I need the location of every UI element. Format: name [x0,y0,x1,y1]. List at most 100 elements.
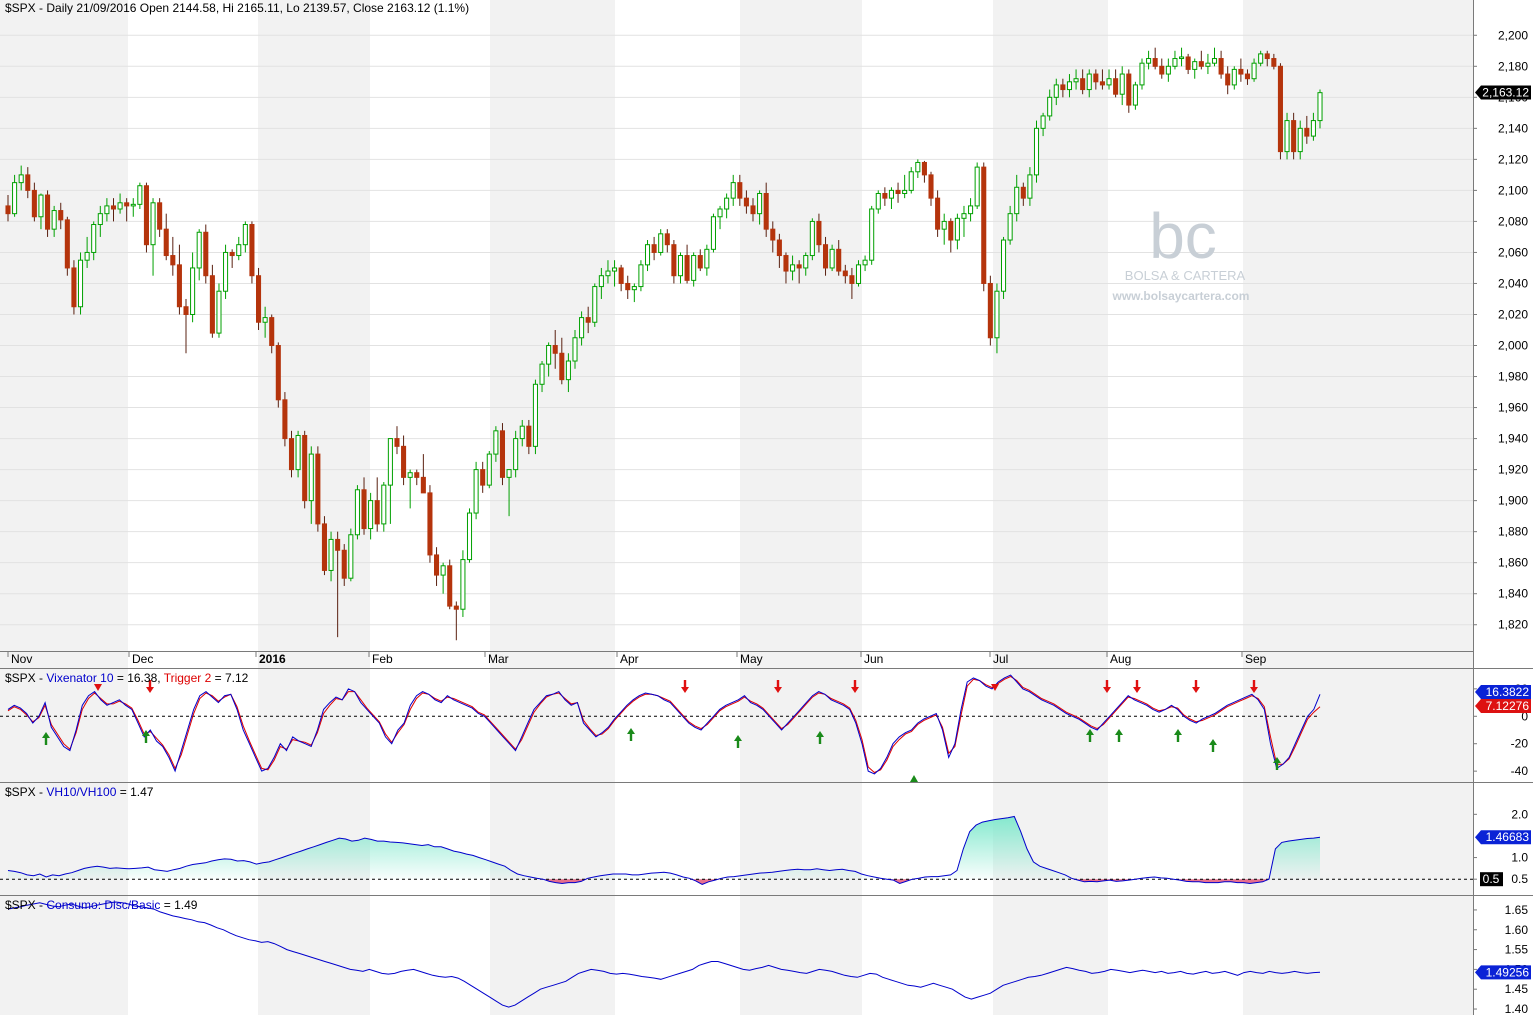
candle-body [420,476,426,494]
candle-body [31,189,37,218]
candle[interactable] [869,205,875,265]
candle-body [1040,115,1046,129]
candle[interactable] [348,528,354,582]
candle[interactable] [1001,236,1007,299]
candle[interactable] [143,182,149,253]
candle[interactable] [1139,58,1145,90]
candle-body [473,469,479,514]
candle[interactable] [282,392,288,447]
candle-body [328,538,334,571]
candle[interactable] [473,461,479,520]
candle[interactable] [460,550,466,617]
candle[interactable] [427,485,433,563]
candle-body [875,192,881,210]
price-tick-label: 1,860 [1498,556,1528,570]
candle[interactable] [223,244,229,299]
candle[interactable] [64,216,70,276]
candle[interactable] [532,379,538,455]
consumo-tick-label: 1.40 [1505,1002,1529,1015]
candle[interactable] [1132,81,1138,110]
candle-body [25,174,31,191]
candle[interactable] [71,260,77,315]
consumo-tick-label: 1.55 [1505,943,1529,957]
consumo-tick-label: 1.60 [1505,923,1529,937]
candle[interactable] [275,342,281,408]
candle[interactable] [447,559,453,610]
candle[interactable] [1033,120,1040,183]
price-tick-label: 2,080 [1498,214,1528,228]
candle-body [1317,92,1323,122]
candle[interactable] [302,430,308,509]
candle[interactable] [216,283,222,338]
candle-body [869,208,875,261]
candle[interactable] [499,423,506,486]
candle-body [163,228,169,257]
vh-tick-label: 0.5 [1511,872,1528,886]
vixenator-value-tag: 16.3822 [1475,685,1531,699]
candle[interactable] [77,252,84,315]
candle-body [822,244,829,269]
candle-body [315,453,321,525]
vix-header-prefix: $SPX - [5,671,46,685]
candle-body [546,345,552,365]
candle[interactable] [315,446,321,532]
candle[interactable] [381,482,387,532]
candle[interactable] [321,516,327,576]
candle[interactable] [981,162,987,292]
cons-header-name: Consumo: Disc/Basic [46,898,163,912]
candle-body [961,213,967,219]
candle[interactable] [255,267,262,330]
candle-body [684,255,690,281]
candle-body [987,282,993,339]
candle[interactable] [974,162,980,210]
candle-body [1297,127,1303,153]
candle-body [1271,58,1277,67]
candle-body [407,472,413,478]
candle-body [335,538,341,551]
candle[interactable] [486,450,492,489]
candle-body [1179,56,1185,60]
month-label: Apr [620,652,639,666]
candle[interactable] [1277,63,1283,160]
candle-body [1244,73,1251,80]
candle-body [209,275,215,334]
candle[interactable] [466,508,473,563]
candle-body [1291,120,1297,153]
candle[interactable] [209,264,215,338]
month-label: 2016 [259,652,286,666]
candle[interactable] [354,485,360,540]
candle-body [447,565,453,607]
chart-stage[interactable]: bc BOLSA & CARTERA www.bolsaycartera.com… [0,0,1533,1016]
candle-body [1304,127,1310,137]
month-label: Feb [372,652,393,666]
chart-canvas[interactable]: bc BOLSA & CARTERA www.bolsaycartera.com… [0,0,1533,1016]
candle[interactable] [203,224,209,284]
candle-body [381,484,387,525]
candle[interactable] [638,260,644,292]
candle[interactable] [710,213,716,253]
candle[interactable] [592,283,598,327]
candle-body [110,205,117,210]
month-label: May [740,652,763,666]
candle-body [170,255,176,266]
candle-body [1165,65,1171,75]
month-label: Sep [1245,652,1267,666]
candle-body [262,317,268,323]
vh-header: $SPX - VH10/VH100 = 1.47 [5,785,154,799]
candle[interactable] [987,275,993,346]
candle-body [1020,186,1026,199]
candle-body [143,185,149,246]
candle-body [836,248,842,272]
candle-body [1093,73,1099,83]
candle[interactable] [249,221,255,284]
background-band [740,0,862,1015]
candle-body [460,559,466,610]
consumo-tick-label: 1.65 [1505,903,1529,917]
consumo-value-tag: 1.49256 [1475,965,1531,980]
candle-body [255,275,262,323]
candle-body [1027,174,1033,199]
candle[interactable] [809,218,815,261]
candle-body [1073,78,1079,83]
trigger-header-value: = 7.12 [211,671,248,685]
vh-value-tag: 1.46683 [1475,830,1531,845]
